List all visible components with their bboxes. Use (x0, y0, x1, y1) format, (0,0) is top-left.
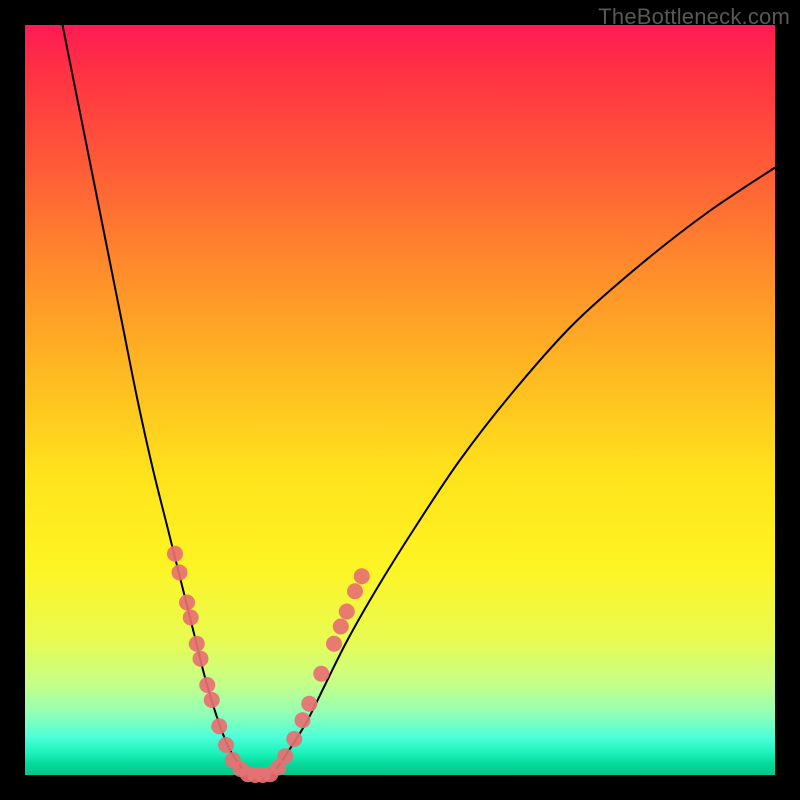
data-point (211, 718, 227, 734)
data-point (339, 604, 355, 620)
data-point (199, 677, 215, 693)
dot-layer (167, 546, 370, 783)
curve-layer (63, 25, 776, 777)
data-point (183, 610, 199, 626)
data-point (354, 568, 370, 584)
data-point (189, 636, 205, 652)
data-point (313, 666, 329, 682)
data-point (277, 748, 293, 764)
data-point (286, 731, 302, 747)
data-point (204, 692, 220, 708)
outer-frame: TheBottleneck.com (0, 0, 800, 800)
data-point (347, 583, 363, 599)
data-point (172, 565, 188, 581)
data-point (193, 651, 209, 667)
chart-svg (0, 0, 800, 800)
data-point (167, 546, 183, 562)
bottleneck-curve (63, 25, 776, 777)
data-point (179, 595, 195, 611)
data-point (301, 696, 317, 712)
data-point (333, 619, 349, 635)
data-point (326, 636, 342, 652)
data-point (218, 737, 234, 753)
data-point (295, 712, 311, 728)
